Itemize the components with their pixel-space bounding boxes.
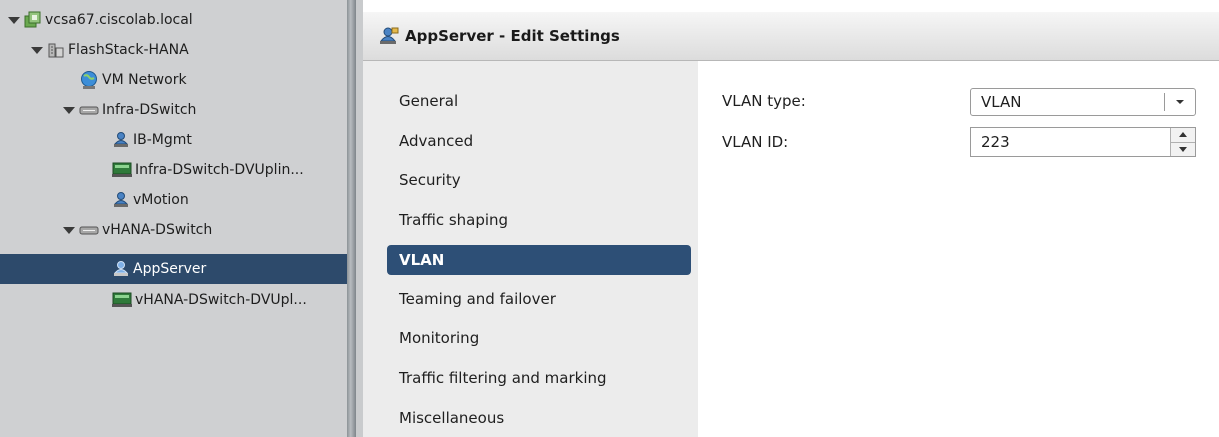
- tree-item-infra-uplink[interactable]: Infra-DSwitch-DVUplin...: [0, 155, 347, 185]
- edit-settings-dialog: AppServer - Edit Settings General Advanc…: [363, 12, 1219, 437]
- nav-item-vlan[interactable]: VLAN: [387, 245, 691, 275]
- port-group-icon: [377, 26, 399, 46]
- distributed-switch-icon: [79, 103, 99, 117]
- vlan-type-select[interactable]: VLAN: [970, 88, 1196, 116]
- uplink-icon: [112, 292, 132, 308]
- tree-item-vm-network[interactable]: VM Network: [0, 65, 347, 95]
- nav-item-label: VLAN: [399, 251, 445, 269]
- expand-icon[interactable]: [8, 16, 20, 24]
- nav-item-traffic-filtering[interactable]: Traffic filtering and marking: [387, 363, 691, 393]
- tree-item-appserver[interactable]: AppServer: [0, 254, 347, 284]
- tree-item-label: AppServer: [133, 261, 207, 277]
- vlan-settings-panel: VLAN type: VLAN VLAN ID: 223: [698, 61, 1219, 437]
- tree-item-label: vMotion: [133, 192, 189, 208]
- decrement-icon[interactable]: [1171, 141, 1195, 156]
- nav-item-label: Advanced: [399, 132, 474, 150]
- port-group-icon: [112, 131, 130, 149]
- dialog-header: AppServer - Edit Settings: [363, 12, 1219, 61]
- tree-item-label: VM Network: [102, 72, 187, 88]
- pane-gutter: [356, 0, 363, 437]
- expand-icon[interactable]: [63, 226, 75, 234]
- nav-item-traffic-shaping[interactable]: Traffic shaping: [387, 205, 691, 235]
- nav-item-label: Miscellaneous: [399, 409, 505, 427]
- nav-item-label: Traffic filtering and marking: [399, 369, 607, 387]
- vlan-id-value[interactable]: 223: [981, 133, 1170, 151]
- tree-item-vmotion[interactable]: vMotion: [0, 185, 347, 215]
- nav-item-label: Security: [399, 171, 461, 189]
- settings-nav: General Advanced Security Traffic shapin…: [363, 61, 698, 437]
- datacenter-icon: [47, 41, 65, 59]
- vlan-type-value: VLAN: [981, 93, 1022, 111]
- vlan-type-label: VLAN type:: [722, 92, 806, 110]
- tree-item-label: Infra-DSwitch: [102, 102, 197, 118]
- uplink-icon: [112, 162, 132, 178]
- increment-icon[interactable]: [1171, 128, 1195, 142]
- pane-splitter[interactable]: [347, 0, 356, 437]
- inventory-tree: vcsa67.ciscolab.local FlashStack-HANA VM…: [0, 0, 347, 437]
- nav-item-security[interactable]: Security: [387, 165, 691, 195]
- tree-item-label: Infra-DSwitch-DVUplin...: [135, 162, 304, 178]
- distributed-switch-icon: [79, 223, 99, 237]
- tree-item-vcenter[interactable]: vcsa67.ciscolab.local: [0, 5, 347, 35]
- port-group-icon: [112, 191, 130, 209]
- tree-item-ib-mgmt[interactable]: IB-Mgmt: [0, 125, 347, 155]
- nav-item-miscellaneous[interactable]: Miscellaneous: [387, 403, 691, 433]
- nav-item-label: General: [399, 92, 459, 110]
- vcenter-icon: [24, 11, 42, 29]
- nav-item-label: Monitoring: [399, 329, 480, 347]
- chevron-down-icon[interactable]: [1165, 99, 1195, 105]
- expand-icon[interactable]: [63, 106, 75, 114]
- nav-item-label: Traffic shaping: [399, 211, 509, 229]
- tree-item-vhana-uplink[interactable]: vHANA-DSwitch-DVUpl...: [0, 285, 347, 315]
- vlan-id-label: VLAN ID:: [722, 133, 789, 151]
- tree-item-vhana-dswitch[interactable]: vHANA-DSwitch: [0, 215, 347, 245]
- nav-item-label: Teaming and failover: [399, 290, 556, 308]
- tree-item-label: vHANA-DSwitch: [102, 222, 213, 238]
- tree-item-label: FlashStack-HANA: [68, 42, 189, 58]
- stepper-buttons: [1170, 128, 1195, 156]
- tree-item-label: IB-Mgmt: [133, 132, 192, 148]
- nav-item-general[interactable]: General: [387, 86, 691, 116]
- tree-item-infra-dswitch[interactable]: Infra-DSwitch: [0, 95, 347, 125]
- dialog-title: AppServer - Edit Settings: [405, 27, 620, 45]
- tree-item-label: vHANA-DSwitch-DVUpl...: [135, 292, 307, 308]
- tree-item-datacenter[interactable]: FlashStack-HANA: [0, 35, 347, 65]
- network-globe-icon: [79, 70, 99, 90]
- vlan-id-stepper[interactable]: 223: [970, 127, 1196, 157]
- nav-item-monitoring[interactable]: Monitoring: [387, 323, 691, 353]
- expand-icon[interactable]: [31, 46, 43, 54]
- nav-item-advanced[interactable]: Advanced: [387, 126, 691, 156]
- tree-item-label: vcsa67.ciscolab.local: [45, 12, 193, 28]
- port-group-icon: [112, 260, 130, 278]
- nav-item-teaming-failover[interactable]: Teaming and failover: [387, 284, 691, 314]
